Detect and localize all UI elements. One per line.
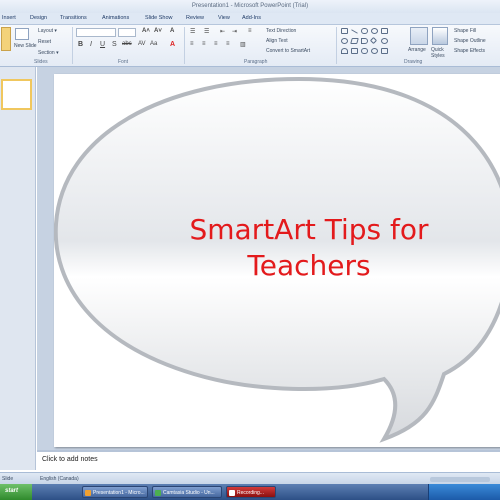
grow-font-icon[interactable]: A˄: [142, 28, 150, 34]
align-right-icon[interactable]: ≡: [214, 41, 218, 47]
section-label: Section: [38, 50, 55, 56]
increase-indent-icon[interactable]: ⇥: [232, 28, 237, 35]
shrink-font-icon[interactable]: A˅: [154, 28, 162, 34]
align-center-icon[interactable]: ≡: [202, 41, 206, 47]
taskbar-item-powerpoint[interactable]: Presentation1 - Micro...: [82, 486, 148, 498]
language-indicator[interactable]: English (Canada): [40, 476, 79, 482]
tab-insert[interactable]: Insert: [2, 15, 16, 21]
char-spacing-icon[interactable]: AV: [138, 41, 146, 47]
tab-slide-show[interactable]: Slide Show: [145, 15, 173, 21]
shape-fill-button[interactable]: Shape Fill: [454, 28, 476, 34]
window-title: Presentation1 - Microsoft PowerPoint (Tr…: [191, 3, 309, 9]
shape-rounded-icon[interactable]: [361, 28, 368, 34]
slide-indicator: Slide: [2, 476, 14, 482]
taskbar-item-recording[interactable]: Recording...: [226, 486, 276, 498]
taskbar-item-camtasia[interactable]: Camtasia Studio - Un...: [152, 486, 222, 498]
shape-more-icon[interactable]: [381, 48, 388, 54]
taskbar-item-label: Presentation1 - Micro...: [93, 490, 145, 496]
recording-icon: [229, 490, 235, 496]
camtasia-icon: [155, 490, 161, 496]
quick-styles-icon: [432, 27, 448, 45]
font-size-box[interactable]: [118, 28, 136, 37]
italic-icon[interactable]: I: [90, 41, 92, 48]
notes-placeholder: Click to add notes: [42, 456, 98, 463]
quick-styles-button[interactable]: Quick Styles: [431, 47, 449, 59]
justify-icon[interactable]: ≡: [226, 41, 230, 47]
slide-thumbnail[interactable]: [1, 79, 32, 110]
shape-outline-button[interactable]: Shape Outline: [454, 38, 486, 44]
shape-arc-icon[interactable]: [341, 48, 348, 54]
shape-star-icon[interactable]: [381, 38, 388, 44]
notes-pane[interactable]: Click to add notes: [37, 450, 500, 472]
tab-design[interactable]: Design: [30, 15, 47, 21]
shape-line-icon[interactable]: [351, 29, 358, 34]
columns-icon[interactable]: ▥: [240, 41, 246, 48]
group-divider: [336, 27, 337, 64]
new-slide-icon: [15, 28, 29, 40]
group-divider: [72, 27, 73, 64]
zoom-slider[interactable]: [430, 477, 490, 482]
bold-icon[interactable]: B: [78, 41, 83, 48]
shape-rectangle-icon[interactable]: [341, 28, 348, 34]
slide-title[interactable]: SmartArt Tips for Teachers: [149, 212, 469, 284]
layout-button[interactable]: Layout ▾: [38, 28, 57, 34]
start-button[interactable]: start: [0, 484, 32, 500]
shape-arrow-icon[interactable]: [361, 38, 368, 44]
new-slide-button[interactable]: New Slide: [14, 43, 37, 49]
ribbon: New Slide Layout ▾ Reset Section ▾ Slide…: [0, 25, 500, 67]
paste-icon[interactable]: [1, 27, 11, 51]
shape-parallelogram-icon[interactable]: [350, 38, 359, 44]
slide-editing-area: SmartArt Tips for Teachers: [37, 67, 500, 450]
shape-diamond-icon[interactable]: [369, 36, 378, 45]
system-tray: [428, 484, 500, 500]
tab-transitions[interactable]: Transitions: [60, 15, 87, 21]
font-group-label: Font: [118, 59, 129, 65]
clear-formatting-icon[interactable]: A: [170, 28, 174, 34]
title-bar: Presentation1 - Microsoft PowerPoint (Tr…: [0, 0, 500, 13]
shape-oval-icon[interactable]: [371, 28, 378, 34]
group-divider: [184, 27, 185, 64]
shape-brace-icon[interactable]: [371, 48, 378, 54]
align-text-button[interactable]: Align Text: [266, 38, 288, 44]
shape-callout-icon[interactable]: [351, 48, 358, 54]
tab-view[interactable]: View: [218, 15, 230, 21]
slides-group-label: Slides: [34, 59, 48, 65]
font-name-box[interactable]: [76, 28, 116, 37]
taskbar-item-label: Recording...: [237, 490, 264, 496]
shape-circle-icon[interactable]: [341, 38, 348, 44]
drawing-group-label: Drawing: [404, 59, 423, 65]
decrease-indent-icon[interactable]: ⇤: [220, 28, 225, 35]
shape-bracket-icon[interactable]: [361, 48, 368, 54]
tab-add-ins[interactable]: Add-Ins: [242, 15, 261, 21]
slide-canvas[interactable]: SmartArt Tips for Teachers: [54, 74, 500, 447]
paragraph-group-label: Paragraph: [244, 59, 268, 65]
tab-review[interactable]: Review: [186, 15, 204, 21]
powerpoint-icon: [85, 490, 91, 496]
convert-smartart-button[interactable]: Convert to SmartArt: [266, 48, 310, 54]
change-case-icon[interactable]: Aa: [150, 41, 157, 47]
shape-effects-button[interactable]: Shape Effects: [454, 48, 485, 54]
bullets-icon[interactable]: ☰: [190, 28, 195, 35]
align-left-icon[interactable]: ≡: [190, 41, 194, 47]
status-bar: Slide English (Canada): [0, 472, 500, 484]
shape-box-icon[interactable]: [381, 28, 388, 34]
font-color-icon[interactable]: A: [170, 41, 175, 48]
layout-label: Layout: [38, 28, 54, 34]
section-button[interactable]: Section ▾: [38, 50, 59, 56]
arrange-button[interactable]: Arrange: [408, 47, 426, 53]
underline-icon[interactable]: U: [100, 41, 105, 48]
numbering-icon[interactable]: ☰: [204, 28, 209, 35]
strikethrough-icon[interactable]: abc: [122, 41, 132, 47]
tab-animations[interactable]: Animations: [102, 15, 129, 21]
shadow-icon[interactable]: S: [112, 41, 117, 48]
taskbar: start Presentation1 - Micro... Camtasia …: [0, 484, 500, 500]
slide-thumbnails-pane: [0, 67, 36, 470]
text-direction-button[interactable]: Text Direction: [266, 28, 296, 34]
line-spacing-icon[interactable]: ≡: [248, 28, 252, 34]
taskbar-item-label: Camtasia Studio - Un...: [163, 490, 215, 496]
ribbon-tabs: Insert Design Transitions Animations Sli…: [0, 13, 500, 25]
arrange-icon: [410, 27, 428, 45]
reset-button[interactable]: Reset: [38, 39, 51, 45]
